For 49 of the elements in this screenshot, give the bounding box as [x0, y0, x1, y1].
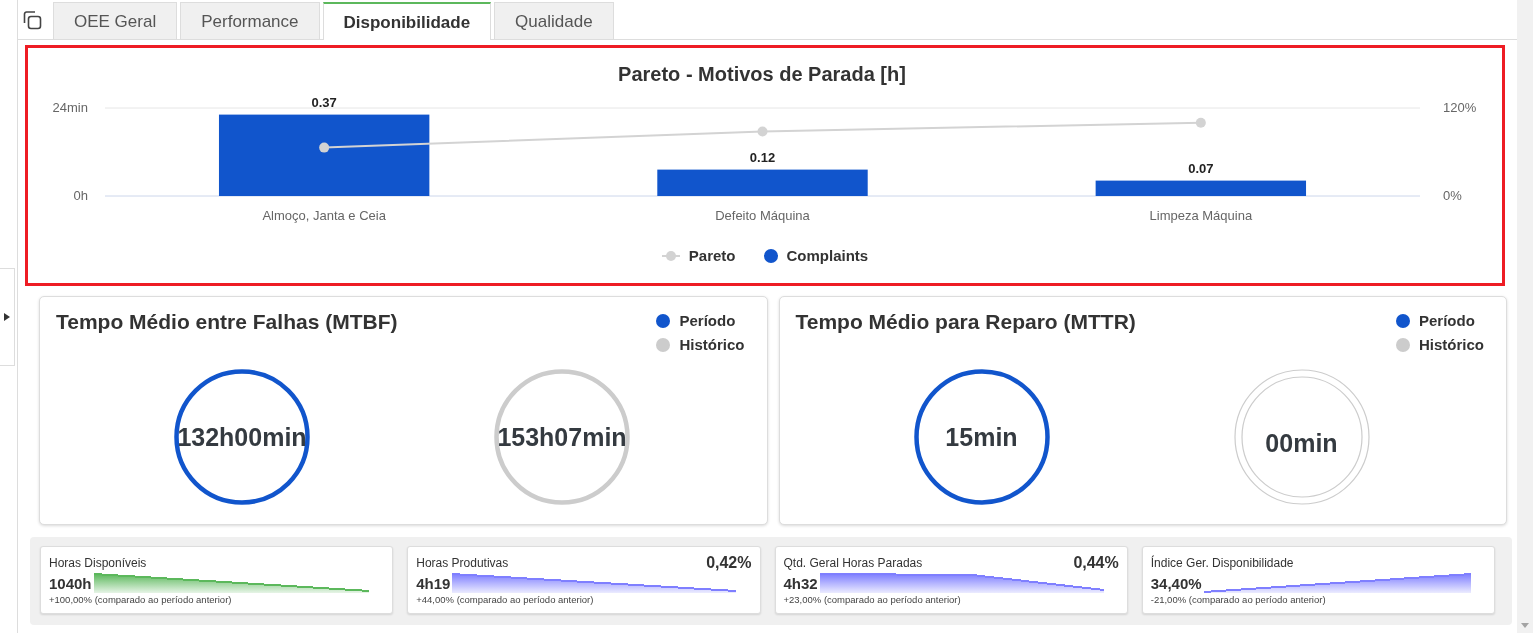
kpi-label: Horas Disponíveis: [49, 555, 147, 572]
gauge-value: 00min: [1265, 428, 1338, 458]
kpi-change: +100,00% (comparado ao período anterior): [49, 593, 233, 607]
legend-item[interactable]: Pareto: [661, 244, 736, 268]
category-label: Limpeza Máquina: [1149, 208, 1253, 223]
legend-item[interactable]: Complaints: [763, 244, 869, 268]
legend-label: Período: [679, 310, 736, 331]
kpi-change: -21,00% (comparado ao período anterior): [1150, 593, 1327, 607]
tab[interactable]: OEE Geral: [53, 2, 178, 39]
card-title: Tempo Médio entre Falhas (MTBF): [56, 309, 398, 335]
kpi-change: +44,00% (comparado ao período anterior): [416, 593, 595, 607]
legend-label: Histórico: [1419, 334, 1484, 355]
tab[interactable]: Performance: [180, 2, 320, 39]
scrollbar[interactable]: [1517, 0, 1533, 633]
kpi-value: 4h32: [783, 575, 818, 593]
legend-label: Histórico: [679, 334, 745, 355]
kpi-value: 34,40%: [1150, 575, 1202, 593]
card-title: Tempo Médio para Reparo (MTTR): [795, 309, 1136, 335]
kpi-value: 1040h: [49, 575, 92, 593]
tab[interactable]: Qualidade: [494, 2, 614, 39]
kpi-change: +23,00% (comparado ao período anterior): [783, 593, 962, 607]
pareto-point: [1195, 117, 1206, 128]
category-label: Defeito Máquina: [715, 208, 810, 223]
sidebar-toggle-button[interactable]: [0, 267, 15, 366]
tab[interactable]: Disponibilidade: [322, 2, 492, 40]
kpi-percent: 0,44%: [1073, 553, 1119, 573]
axis-label: 120%: [1443, 100, 1477, 115]
kpi-label: Índice Ger. Disponibilidade: [1150, 554, 1294, 572]
caret-icon: [4, 312, 10, 321]
axis-label: 0h: [73, 188, 88, 203]
kpi-label: Qtd. Geral Horas Paradas: [783, 555, 923, 572]
category-label: Almoço, Janta e Ceia: [262, 208, 386, 223]
pareto-point: [319, 142, 330, 153]
bar-value-label: 0.07: [1188, 160, 1214, 176]
kpi-percent: 0,42%: [706, 553, 752, 573]
axis-label: 0%: [1443, 188, 1462, 203]
pareto-point: [757, 126, 768, 137]
copy-icon[interactable]: [22, 9, 42, 30]
bar-value-label: 0.37: [311, 94, 337, 110]
bar-value-label: 0.12: [749, 149, 776, 165]
chart-title: Pareto - Motivos de Parada [h]: [618, 63, 906, 85]
gauge-value: 15min: [945, 422, 1018, 452]
kpi-label: Horas Produtivas: [416, 555, 509, 572]
scroll-down-icon[interactable]: [1521, 623, 1529, 628]
kpi-value: 4h19: [416, 575, 451, 593]
gauge-value: 132h00min: [177, 422, 307, 452]
gauge-value: 153h07min: [497, 422, 627, 452]
axis-label: 24min: [52, 100, 88, 115]
legend-label: Período: [1419, 310, 1475, 331]
